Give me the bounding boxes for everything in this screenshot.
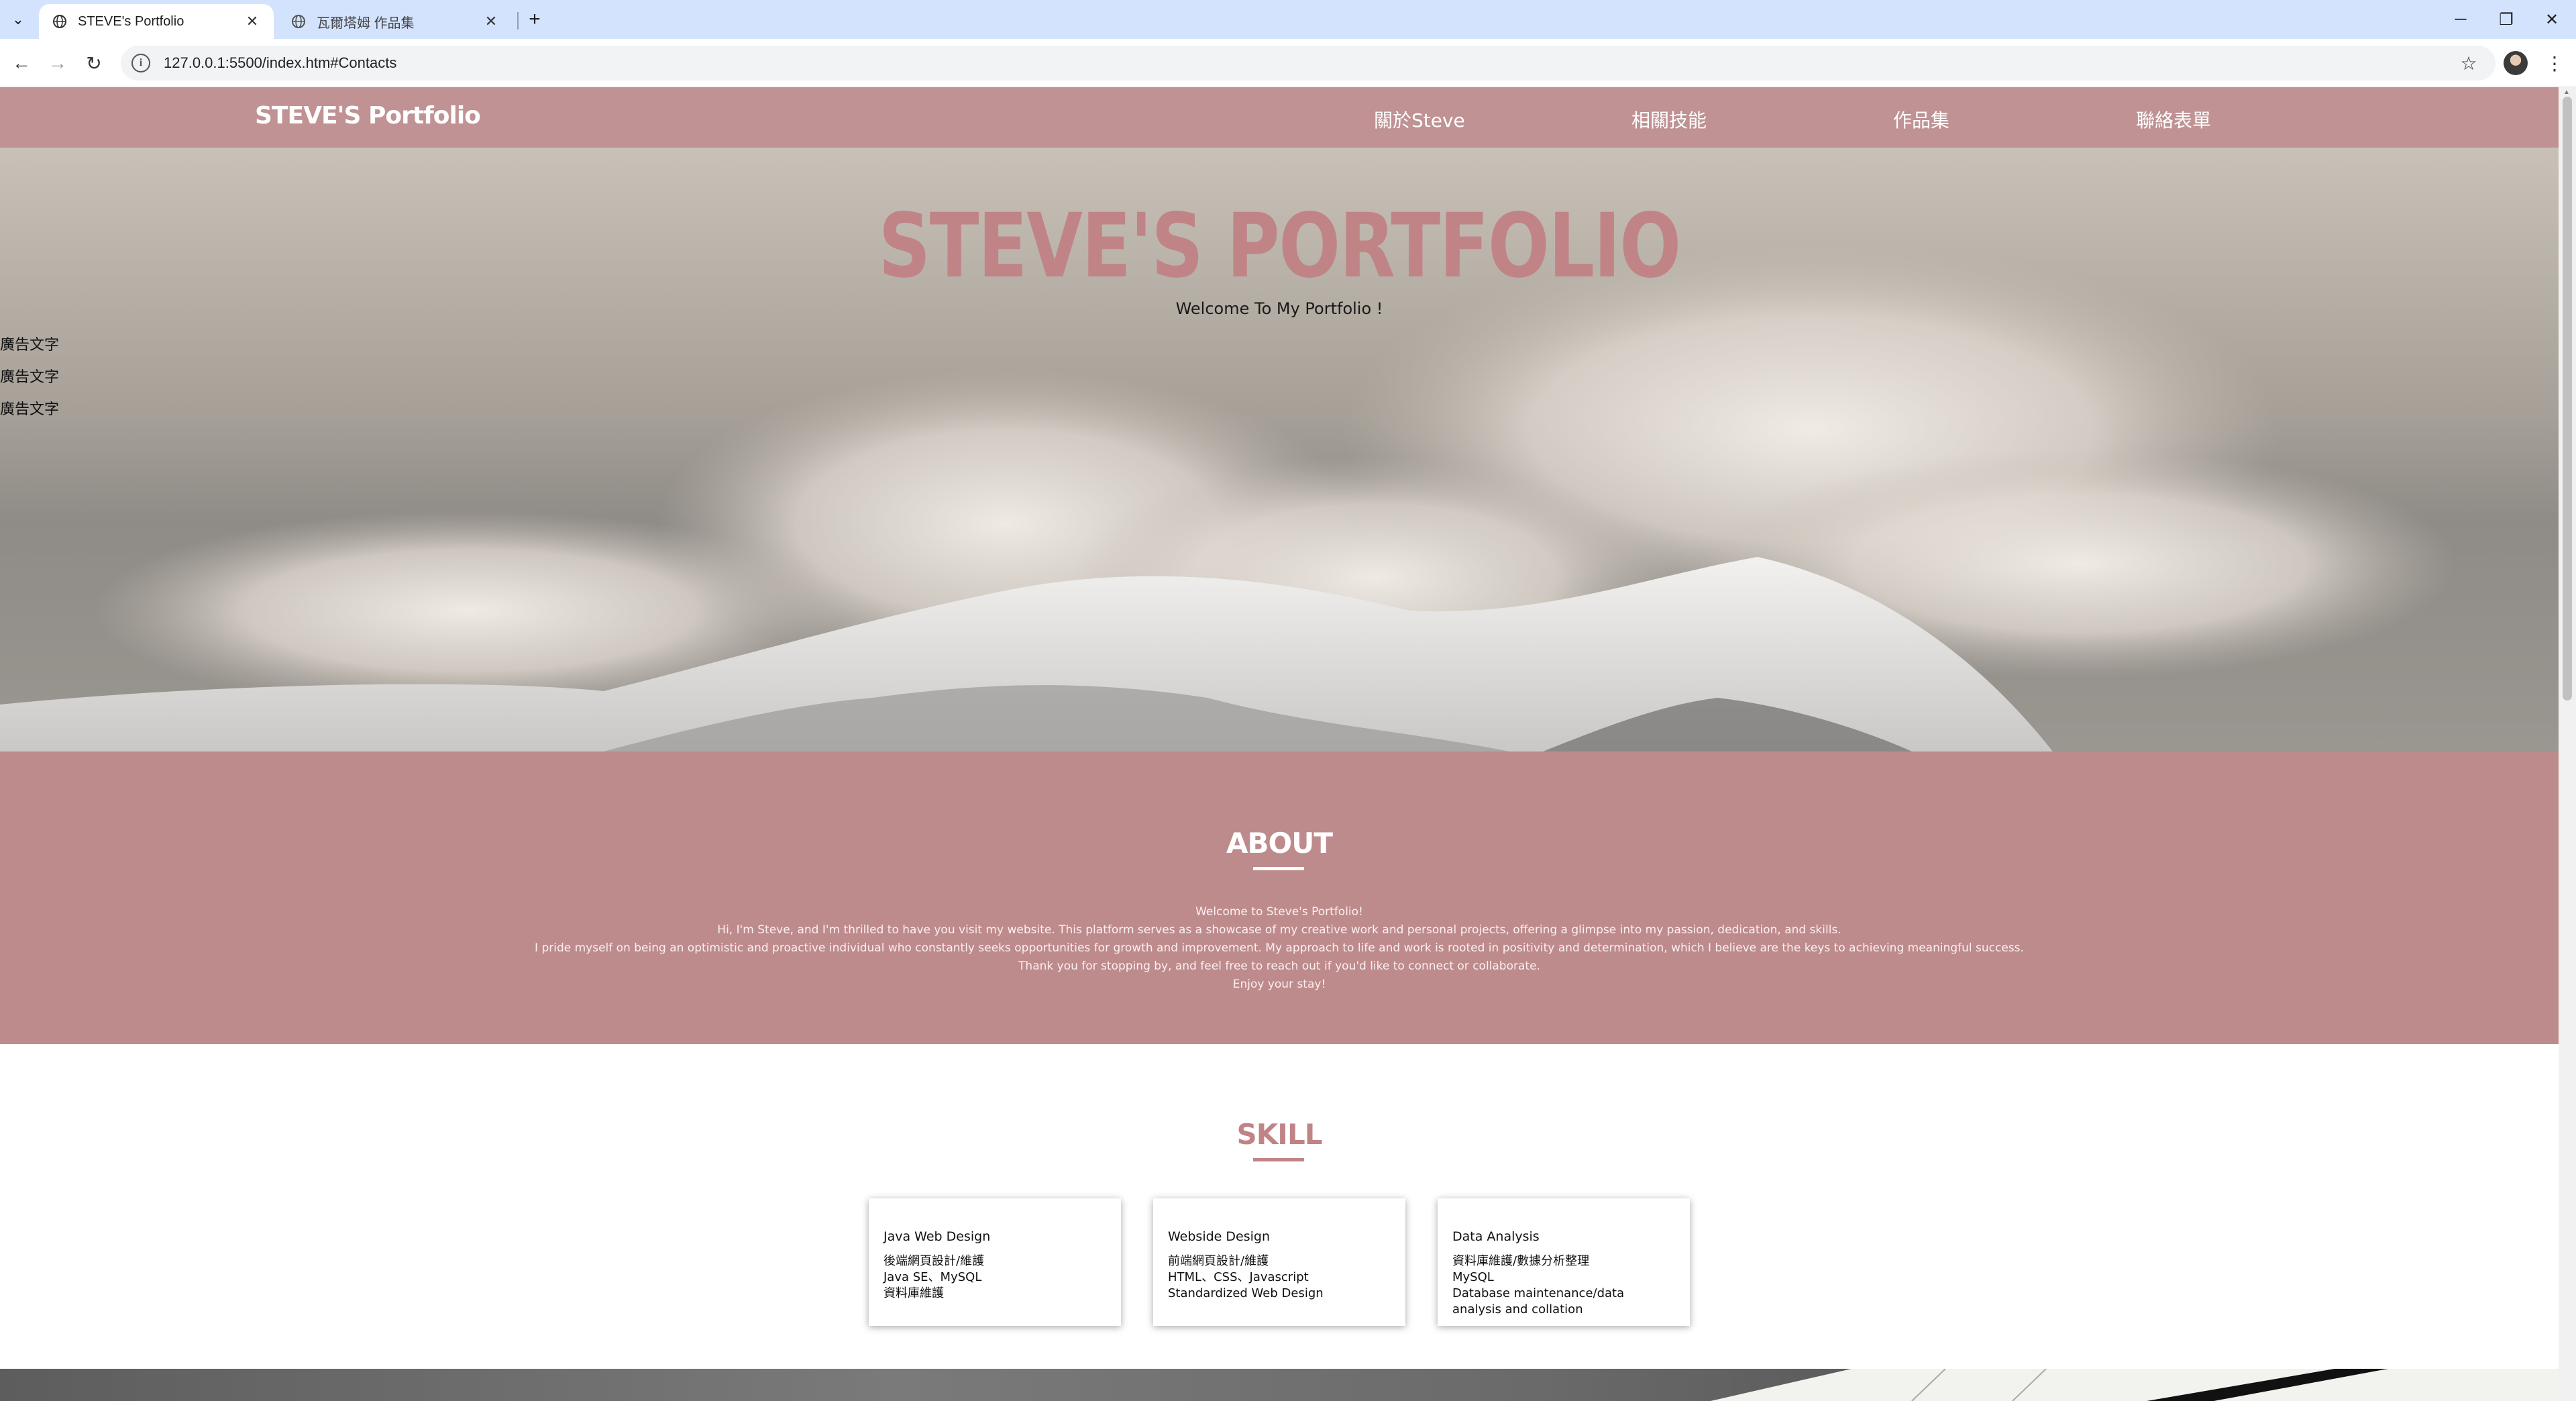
page-viewport: STEVE'S Portfolio 關於Steve 相關技能 作品集 聯絡表單: [0, 87, 2559, 1401]
minimize-button[interactable]: ─: [2440, 5, 2481, 34]
restore-button[interactable]: ❐: [2486, 5, 2526, 34]
about-section: ABOUT Welcome to Steve's Portfolio! Hi, …: [0, 751, 2559, 1044]
nav-link-about[interactable]: 關於Steve: [1374, 106, 1465, 133]
new-tab-button[interactable]: +: [523, 8, 546, 31]
skill-card-web: Webside Design 前端網頁設計/維護 HTML、CSS、Javasc…: [1153, 1198, 1405, 1326]
about-heading: ABOUT: [1226, 827, 1333, 860]
tab-separator: [517, 12, 519, 30]
scrollbar-thumb[interactable]: [2563, 97, 2572, 701]
skill-card-line: 資料庫維護/數據分析整理: [1452, 1254, 1590, 1268]
skill-card-title: Data Analysis: [1452, 1229, 1540, 1244]
hero-banner: STEVE'S PORTFOLIO Welcome To My Portfoli…: [0, 148, 2559, 751]
skill-card-line: Database maintenance/data analysis and c…: [1452, 1286, 1625, 1316]
nav-link-skills[interactable]: 相關技能: [1631, 106, 1707, 133]
portfolio-section-image: [0, 1369, 2559, 1401]
skill-card-line: HTML、CSS、Javascript: [1168, 1270, 1309, 1284]
url-text: 127.0.0.1:5500/index.htm#Contacts: [164, 54, 397, 71]
nav-link-portfolio[interactable]: 作品集: [1893, 106, 1949, 133]
desk-image: [1711, 1369, 2559, 1401]
window-close-button[interactable]: ✕: [2532, 5, 2572, 34]
skill-card-java: Java Web Design 後端網頁設計/維護 Java SE、MySQL …: [869, 1198, 1121, 1326]
skill-section: SKILL Java Web Design 後端網頁設計/維護 Java SE、…: [0, 1044, 2559, 1374]
skill-card-line: Standardized Web Design: [1168, 1286, 1324, 1300]
site-brand[interactable]: STEVE'S Portfolio: [255, 102, 481, 129]
about-line: Hi, I'm Steve, and I'm thrilled to have …: [717, 923, 1841, 937]
skill-card-title: Webside Design: [1168, 1229, 1270, 1244]
site-navbar: STEVE'S Portfolio 關於Steve 相關技能 作品集 聯絡表單: [0, 87, 2559, 148]
about-line: Enjoy your stay!: [1232, 978, 1326, 991]
profile-avatar-icon[interactable]: [2504, 51, 2528, 75]
skill-heading: SKILL: [1236, 1118, 1323, 1151]
ad-text: 廣告文字: [0, 337, 60, 354]
site-info-icon[interactable]: i: [131, 54, 150, 72]
about-line: Thank you for stopping by, and feel free…: [1018, 959, 1540, 973]
skill-card-data: Data Analysis 資料庫維護/數據分析整理 MySQL Databas…: [1438, 1198, 1690, 1326]
page-scrollbar[interactable]: ▲: [2559, 87, 2576, 1401]
hero-subtitle: Welcome To My Portfolio !: [1175, 299, 1383, 318]
reload-icon[interactable]: ↻: [79, 48, 109, 78]
skill-card-line: 後端網頁設計/維護: [883, 1254, 985, 1268]
tab-title: 瓦爾塔姆 作品集: [317, 15, 415, 31]
globe-icon: [290, 13, 307, 30]
about-underline: [1253, 867, 1304, 870]
skill-card-title: Java Web Design: [883, 1229, 991, 1244]
about-line: I pride myself on being an optimistic an…: [535, 941, 2024, 955]
address-bar[interactable]: i 127.0.0.1:5500/index.htm#Contacts: [121, 46, 2496, 81]
tab-search-icon[interactable]: ⌄: [7, 8, 30, 31]
globe-icon: [51, 13, 68, 30]
close-icon[interactable]: ✕: [482, 12, 500, 31]
skill-card-line: MySQL: [1452, 1270, 1494, 1284]
ad-text: 廣告文字: [0, 369, 60, 386]
close-icon[interactable]: ✕: [243, 12, 262, 31]
more-menu-icon[interactable]: ⋮: [2542, 48, 2567, 78]
skill-underline: [1253, 1158, 1304, 1161]
skill-card-line: 前端網頁設計/維護: [1168, 1254, 1269, 1268]
browser-toolbar: ← → ↻ i 127.0.0.1:5500/index.htm#Contact…: [0, 39, 2576, 87]
skill-card-line: 資料庫維護: [883, 1286, 944, 1300]
about-body: Welcome to Steve's Portfolio! Hi, I'm St…: [0, 903, 2559, 994]
tab-steves-portfolio[interactable]: STEVE's Portfolio ✕: [39, 4, 274, 39]
forward-icon[interactable]: →: [43, 48, 72, 78]
tab-portfolio-2[interactable]: 瓦爾塔姆 作品集 ✕: [278, 4, 513, 39]
ad-text: 廣告文字: [0, 401, 60, 418]
bookmark-star-icon[interactable]: ☆: [2454, 48, 2483, 78]
browser-tabstrip: ⌄ STEVE's Portfolio ✕ 瓦爾塔姆 作品集 ✕ + ─ ❐ ✕: [0, 0, 2576, 39]
scroll-up-arrow-icon[interactable]: ▲: [2563, 89, 2570, 96]
nav-link-contact[interactable]: 聯絡表單: [2136, 106, 2211, 133]
tab-title: STEVE's Portfolio: [78, 13, 184, 29]
about-line: Welcome to Steve's Portfolio!: [1195, 905, 1363, 919]
hero-title: STEVE'S PORTFOLIO: [878, 195, 1681, 298]
back-icon[interactable]: ←: [7, 48, 36, 78]
skill-card-line: Java SE、MySQL: [883, 1270, 982, 1284]
